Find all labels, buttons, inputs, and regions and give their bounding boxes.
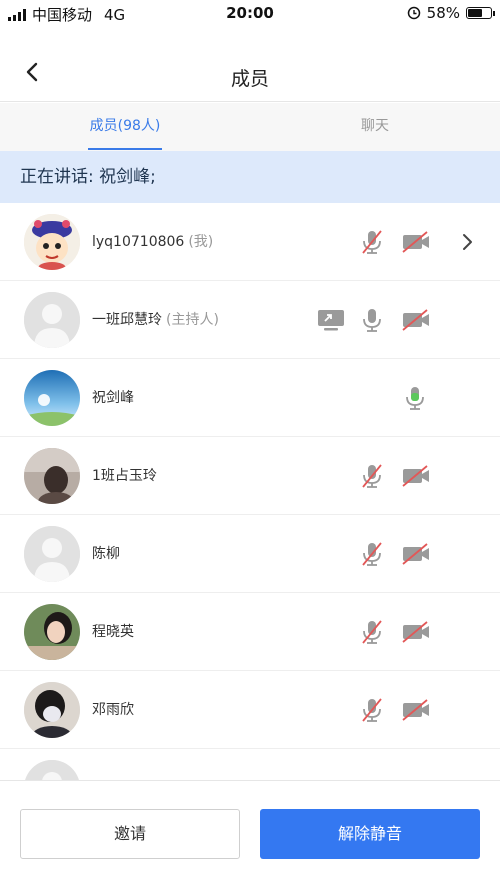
invite-button[interactable]: 邀请 <box>20 809 240 859</box>
video-off-icon[interactable] <box>400 227 432 257</box>
mic-muted-icon[interactable] <box>357 617 387 647</box>
member-name-text: 1班占玉玲 <box>92 468 157 484</box>
mic-muted-icon[interactable] <box>357 227 387 257</box>
status-right: 58% <box>407 4 495 22</box>
member-name-text: 邓雨欣 <box>92 702 134 718</box>
member-name-text: 祝剑峰 <box>92 390 134 406</box>
mic-muted-icon[interactable] <box>357 695 387 725</box>
video-off-icon[interactable] <box>400 617 432 647</box>
unmute-button[interactable]: 解除静音 <box>260 809 480 859</box>
mic-muted-icon[interactable] <box>357 461 387 491</box>
nav-bar: 成员 <box>0 28 500 102</box>
avatar <box>24 448 80 504</box>
battery-percent: 58% <box>426 4 460 22</box>
screen-share-icon[interactable] <box>315 305 347 335</box>
avatar <box>24 604 80 660</box>
member-name-text: 陈柳 <box>92 546 120 562</box>
avatar <box>24 682 80 738</box>
member-tag: (我) <box>188 234 214 250</box>
alarm-lock-icon <box>407 6 420 20</box>
member-name: 邓雨欣 <box>92 699 134 719</box>
member-name: 陈柳 <box>92 543 120 563</box>
video-off-icon[interactable] <box>400 695 432 725</box>
bottom-action-bar: 邀请 解除静音 <box>0 780 500 888</box>
member-name-text: 一班邱慧玲 <box>92 312 162 328</box>
member-row[interactable]: 祝剑峰 <box>0 359 500 437</box>
status-bar: 中国移动 4G 20:00 58% <box>0 0 500 28</box>
speaking-banner: 正在讲话: 祝剑峰; <box>0 151 500 203</box>
avatar <box>24 292 80 348</box>
member-row[interactable]: 1班占玉玲 <box>0 437 500 515</box>
battery-fill <box>468 9 482 17</box>
member-name-text: lyq10710806 <box>92 234 185 250</box>
avatar <box>24 760 80 780</box>
member-list[interactable]: lyq10710806 (我) 一班邱慧玲 (主持人) 祝剑峰 1班占玉玲 陈柳… <box>0 203 500 780</box>
member-name: 祝剑峰 <box>92 387 134 407</box>
member-tag: (主持人) <box>166 312 219 328</box>
member-row[interactable]: lyq10710806 (我) <box>0 203 500 281</box>
chevron-right-icon[interactable] <box>458 231 478 253</box>
member-name: 程晓英 <box>92 621 134 641</box>
tab-chat[interactable]: 聊天 <box>250 103 500 151</box>
member-name: 1班占玉玲 <box>92 465 157 485</box>
member-name: 一班邱慧玲 (主持人) <box>92 309 219 329</box>
mic-speaking-icon[interactable] <box>400 383 430 413</box>
member-row[interactable]: 陈柳 <box>0 515 500 593</box>
battery-icon <box>466 7 495 19</box>
avatar <box>24 526 80 582</box>
member-row[interactable]: 邓雨欣 <box>0 671 500 749</box>
member-row[interactable]: 一班邱慧玲 (主持人) <box>0 281 500 359</box>
tab-active-indicator <box>88 148 162 150</box>
member-name-text: 程晓英 <box>92 624 134 640</box>
member-name: lyq10710806 (我) <box>92 231 213 251</box>
tab-bar: 成员(98人) 聊天 <box>0 103 500 151</box>
tab-members[interactable]: 成员(98人) <box>0 103 250 151</box>
member-row[interactable]: 程晓英 <box>0 593 500 671</box>
avatar <box>24 214 80 270</box>
video-off-icon[interactable] <box>400 461 432 491</box>
page-title: 成员 <box>230 68 269 90</box>
video-off-icon[interactable] <box>400 539 432 569</box>
avatar <box>24 370 80 426</box>
member-row[interactable] <box>0 749 500 780</box>
mic-icon[interactable] <box>357 305 387 335</box>
mic-muted-icon[interactable] <box>357 539 387 569</box>
video-off-icon[interactable] <box>400 305 432 335</box>
